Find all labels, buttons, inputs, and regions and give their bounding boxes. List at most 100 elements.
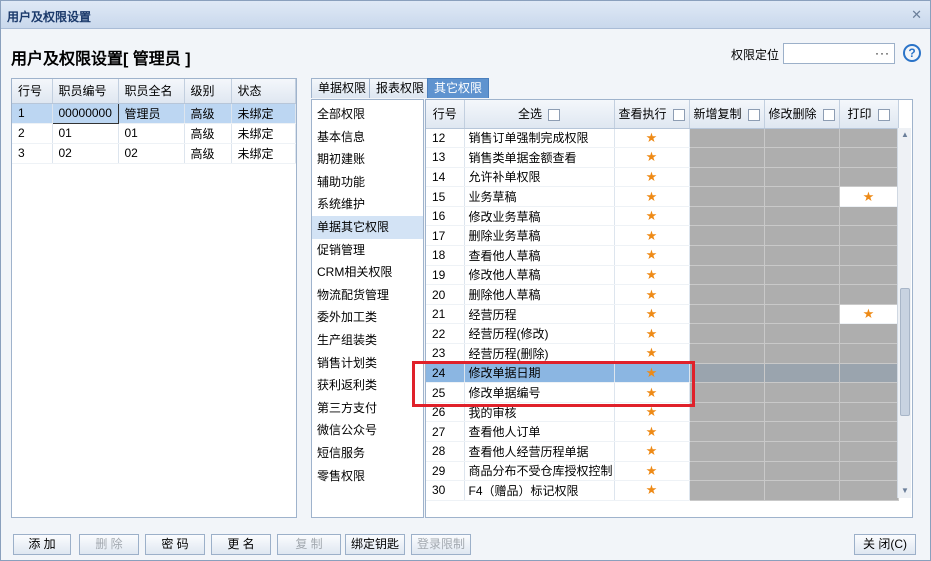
category-item[interactable]: CRM相关权限: [312, 261, 423, 284]
scroll-up-icon[interactable]: ▲: [900, 130, 910, 140]
bind-key-button[interactable]: 绑定钥匙: [345, 534, 405, 555]
col-header-view[interactable]: 查看执行: [614, 100, 690, 129]
category-item[interactable]: 全部权限: [312, 103, 423, 126]
star-icon[interactable]: ★: [614, 245, 690, 266]
category-item[interactable]: 获利返利类: [312, 374, 423, 397]
page-title: 用户及权限设置[ 管理员 ]: [11, 51, 191, 68]
vertical-scrollbar[interactable]: ▲ ▼: [897, 128, 911, 498]
permission-row[interactable]: 26 我的审核 ★: [426, 402, 899, 423]
help-icon[interactable]: ?: [903, 44, 921, 62]
permission-row[interactable]: 23 经营历程(删除) ★: [426, 343, 899, 364]
ellipsis-button[interactable]: ···: [875, 46, 890, 60]
col-header-select-all[interactable]: 全选: [464, 100, 615, 129]
print-checkbox[interactable]: [877, 109, 890, 122]
table-row[interactable]: 2 01 01 高级 未绑定: [12, 123, 296, 144]
star-icon[interactable]: ★: [614, 225, 690, 247]
category-item[interactable]: 零售权限: [312, 465, 423, 488]
star-icon[interactable]: ★: [614, 480, 690, 501]
category-item[interactable]: 基本信息: [312, 126, 423, 149]
permission-row[interactable]: 30 F4（赠品）标记权限 ★: [426, 480, 899, 501]
password-button[interactable]: 密 码: [145, 534, 205, 555]
permission-row[interactable]: 19 修改他人草稿 ★: [426, 265, 899, 286]
permission-row[interactable]: 28 查看他人经营历程单据 ★: [426, 441, 899, 462]
tab-document-permission[interactable]: 单据权限: [311, 78, 374, 98]
col-header-print[interactable]: 打印: [839, 100, 899, 129]
star-icon[interactable]: ★: [614, 323, 690, 345]
category-item[interactable]: 第三方支付: [312, 397, 423, 420]
col-header[interactable]: 行号: [12, 79, 53, 104]
star-icon[interactable]: ★: [614, 382, 690, 403]
col-header-edit[interactable]: 修改删除: [764, 100, 840, 129]
permission-row[interactable]: 29 商品分布不受仓库授权控制 ★: [426, 461, 899, 482]
table-row[interactable]: 1 00000000 管理员 高级 未绑定: [12, 102, 296, 124]
view-checkbox[interactable]: [672, 109, 685, 122]
col-header[interactable]: 职员全名: [118, 79, 185, 104]
cell-edit-disabled: [764, 480, 840, 501]
select-all-checkbox[interactable]: [548, 109, 560, 122]
star-icon[interactable]: ★: [614, 265, 690, 286]
permission-row[interactable]: 14 允许补单权限 ★: [426, 167, 899, 188]
star-icon[interactable]: ★: [614, 304, 690, 325]
star-icon[interactable]: ★: [614, 206, 690, 227]
star-icon[interactable]: ★: [614, 363, 690, 384]
cell-code[interactable]: 00000000: [51, 102, 119, 124]
scroll-down-icon[interactable]: ▼: [900, 486, 910, 496]
star-icon[interactable]: ★: [839, 186, 899, 207]
star-icon[interactable]: ★: [614, 284, 690, 305]
col-header[interactable]: 级别: [184, 79, 232, 104]
permission-row[interactable]: 27 查看他人订单 ★: [426, 421, 899, 442]
rename-button[interactable]: 更 名: [211, 534, 271, 555]
permission-row[interactable]: 24 修改单据日期 ★: [426, 363, 899, 384]
permission-row[interactable]: 21 经营历程 ★ ★: [426, 304, 899, 325]
star-icon[interactable]: ★: [614, 441, 690, 462]
star-icon[interactable]: ★: [614, 147, 690, 168]
category-item[interactable]: 物流配货管理: [312, 284, 423, 307]
star-icon[interactable]: ★: [614, 167, 690, 188]
permission-row[interactable]: 12 销售订单强制完成权限 ★: [426, 128, 899, 149]
star-icon[interactable]: ★: [614, 128, 690, 149]
delete-button[interactable]: 删 除: [79, 534, 139, 555]
close-button[interactable]: 关 闭(C): [854, 534, 916, 555]
permission-row[interactable]: 22 经营历程(修改) ★: [426, 323, 899, 345]
category-item[interactable]: 生产组装类: [312, 329, 423, 352]
col-header[interactable]: 状态: [231, 79, 296, 104]
cell-name: 01: [118, 123, 185, 144]
edit-checkbox[interactable]: [822, 109, 835, 122]
category-item[interactable]: 辅助功能: [312, 171, 423, 194]
permission-row[interactable]: 25 修改单据编号 ★: [426, 382, 899, 403]
col-header-add[interactable]: 新增复制: [689, 100, 765, 129]
copy-button[interactable]: 复 制: [277, 534, 341, 555]
cell-print-disabled: [839, 461, 899, 482]
category-item-selected[interactable]: 单据其它权限: [312, 215, 423, 239]
scroll-thumb[interactable]: [900, 288, 910, 416]
permission-row[interactable]: 17 删除业务草稿 ★: [426, 225, 899, 247]
close-icon[interactable]: ✕: [911, 7, 922, 23]
star-icon[interactable]: ★: [614, 402, 690, 423]
star-icon[interactable]: ★: [614, 186, 690, 207]
locate-input[interactable]: ···: [783, 43, 895, 64]
category-item[interactable]: 促销管理: [312, 239, 423, 262]
login-limit-button[interactable]: 登录限制: [411, 534, 471, 555]
category-item[interactable]: 期初建账: [312, 148, 423, 171]
permission-row[interactable]: 13 销售类单据金额查看 ★: [426, 147, 899, 168]
category-item[interactable]: 销售计划类: [312, 352, 423, 375]
category-item[interactable]: 微信公众号: [312, 419, 423, 442]
cell-add-disabled: [689, 245, 765, 266]
permission-row[interactable]: 16 修改业务草稿 ★: [426, 206, 899, 227]
permission-row[interactable]: 20 删除他人草稿 ★: [426, 284, 899, 305]
tab-other-permission[interactable]: 其它权限: [427, 78, 490, 98]
star-icon[interactable]: ★: [614, 461, 690, 482]
star-icon[interactable]: ★: [614, 343, 690, 364]
tab-report-permission[interactable]: 报表权限: [369, 78, 432, 98]
permission-row[interactable]: 18 查看他人草稿 ★: [426, 245, 899, 266]
add-checkbox[interactable]: [747, 109, 760, 122]
category-item[interactable]: 系统维护: [312, 193, 423, 216]
permission-row[interactable]: 15 业务草稿 ★ ★: [426, 186, 899, 207]
category-item[interactable]: 委外加工类: [312, 306, 423, 329]
add-button[interactable]: 添 加: [13, 534, 71, 555]
star-icon[interactable]: ★: [614, 421, 690, 442]
category-item[interactable]: 短信服务: [312, 442, 423, 465]
col-header[interactable]: 职员编号: [52, 79, 119, 104]
table-row[interactable]: 3 02 02 高级 未绑定: [12, 143, 296, 164]
star-icon[interactable]: ★: [839, 304, 899, 325]
